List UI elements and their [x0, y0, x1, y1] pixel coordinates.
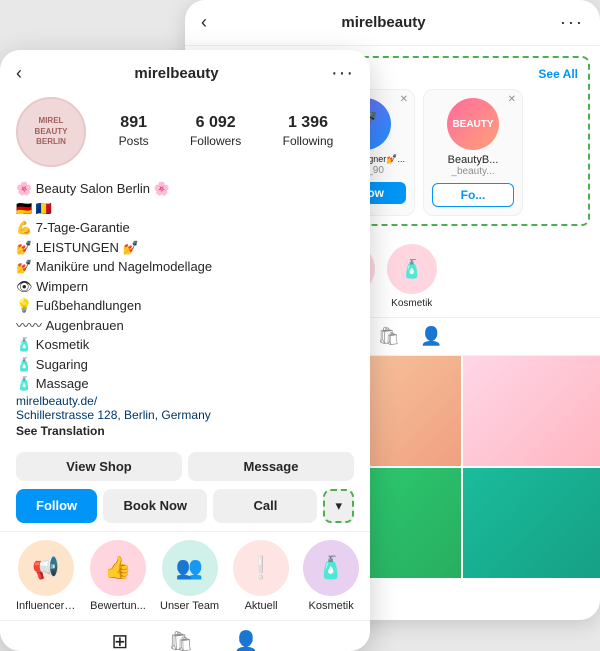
- bio-line-9: 🧴 Kosmetik: [16, 335, 354, 355]
- avatar-beauty: BEAUTY: [447, 98, 499, 150]
- profile-handle-beauty: _beauty...: [432, 166, 514, 177]
- close-suggestion-3[interactable]: ✕: [508, 94, 516, 105]
- highlight-icon-unser-team: 👥: [162, 540, 218, 596]
- view-shop-button[interactable]: View Shop: [16, 452, 182, 481]
- highlight-lbl-aktuell: Aktuell: [233, 600, 289, 612]
- highlight-unser-team[interactable]: 👥 Unser Team: [160, 540, 219, 612]
- following-count: 1 396: [283, 114, 334, 132]
- profile-stats-row: MIRELBEAUTYBERLIN 891 Posts 6 092 Follow…: [0, 93, 370, 175]
- profile-avatar[interactable]: MIRELBEAUTYBERLIN: [16, 97, 86, 167]
- front-username: mirelbeauty: [134, 65, 218, 82]
- back-phone-menu-icon[interactable]: ···: [560, 12, 584, 33]
- highlight-icon-bewertungen: 👍: [90, 540, 146, 596]
- profile-view-tab[interactable]: 👤: [234, 629, 259, 651]
- see-all-link[interactable]: See All: [538, 67, 578, 81]
- action-buttons-row1: View Shop Message: [0, 446, 370, 487]
- shop-view-tab[interactable]: 🛍: [168, 629, 193, 651]
- front-menu-icon[interactable]: ···: [331, 62, 354, 85]
- book-now-button[interactable]: Book Now: [103, 489, 207, 523]
- front-highlights: 📢 Influencers... 👍 Bewertun... 👥 Unser T…: [0, 531, 370, 620]
- highlight-bewertungen[interactable]: 👍 Bewertun...: [90, 540, 146, 612]
- following-stat[interactable]: 1 396 Following: [283, 114, 334, 150]
- front-tab-bar: ⊞ 🛍 👤: [0, 620, 370, 651]
- highlight-circle-4: 🧴: [387, 244, 437, 294]
- bio-line-5: 💅 Maniküre und Nagelmodellage: [16, 257, 354, 277]
- following-label: Following: [283, 134, 334, 148]
- bio-line-10: 🧴 Sugaring: [16, 355, 354, 375]
- stats-row: 891 Posts 6 092 Followers 1 396 Followin…: [98, 114, 354, 150]
- front-header: ‹ mirelbeauty ···: [0, 50, 370, 93]
- action-buttons-row2: Follow Book Now Call ▾: [0, 487, 370, 531]
- back-phone-username: mirelbeauty: [341, 14, 425, 31]
- grid-view-tab[interactable]: ⊞: [111, 629, 128, 651]
- dropdown-button[interactable]: ▾: [323, 489, 354, 523]
- back-phone-header: ‹ mirelbeauty ···: [185, 0, 600, 46]
- posts-count: 891: [119, 114, 149, 132]
- close-suggestion-2[interactable]: ✕: [400, 94, 408, 105]
- bio-line-6: 👁 Wimpern: [16, 277, 354, 297]
- highlight-lbl-influencers: Influencers...: [16, 600, 76, 612]
- message-button[interactable]: Message: [188, 452, 354, 481]
- avatar-text: MIRELBEAUTYBERLIN: [35, 116, 68, 147]
- profile-tab-icon[interactable]: 👤: [420, 326, 442, 347]
- highlight-kosmetik[interactable]: 🧴 Kosmetik: [303, 540, 359, 612]
- followers-stat[interactable]: 6 092 Followers: [190, 114, 241, 150]
- highlight-item-4[interactable]: 🧴 Kosmetik: [387, 244, 437, 309]
- highlight-icon-kosmetik: 🧴: [303, 540, 359, 596]
- profile-name-beauty: BeautyB...: [432, 154, 514, 166]
- call-button[interactable]: Call: [213, 489, 317, 523]
- grid-cell-6[interactable]: [463, 468, 600, 578]
- bio-line-4: 💅 LEISTUNGEN 💅: [16, 238, 354, 258]
- bio-line-8: 〰〰 Augenbrauen: [16, 316, 354, 336]
- highlight-lbl-bewertungen: Bewertun...: [90, 600, 146, 612]
- bio-line-11: 🧴 Massage: [16, 374, 354, 394]
- follow-button[interactable]: Follow: [16, 489, 97, 523]
- highlight-lbl-kosmetik: Kosmetik: [303, 600, 359, 612]
- back-icon[interactable]: ‹: [201, 12, 207, 33]
- grid-cell-3[interactable]: [463, 356, 600, 466]
- see-translation[interactable]: See Translation: [16, 424, 354, 438]
- shop-tab-icon[interactable]: 🛍: [377, 326, 400, 347]
- bio-link[interactable]: mirelbeauty.de/: [16, 394, 354, 408]
- bio-line-2: 🇩🇪 🇷🇴: [16, 199, 354, 219]
- bio-address: Schillerstrasse 128, Berlin, Germany: [16, 408, 354, 422]
- highlight-label-4: Kosmetik: [387, 298, 437, 309]
- highlight-lbl-unser-team: Unser Team: [160, 600, 219, 612]
- posts-label: Posts: [119, 134, 149, 148]
- highlight-aktuell[interactable]: ❕ Aktuell: [233, 540, 289, 612]
- front-phone: ‹ mirelbeauty ··· MIRELBEAUTYBERLIN 891 …: [0, 50, 370, 651]
- bio-line-3: 💪 7-Tage-Garantie: [16, 218, 354, 238]
- bio-line-1: 🌸 Beauty Salon Berlin 🌸: [16, 179, 354, 199]
- posts-stat: 891 Posts: [119, 114, 149, 150]
- suggested-profile-3: ✕ BEAUTY BeautyB... _beauty... Fo...: [423, 89, 523, 216]
- bio-section: 🌸 Beauty Salon Berlin 🌸 🇩🇪 🇷🇴 💪 7-Tage-G…: [0, 175, 370, 446]
- bio-line-7: 💡 Fußbehandlungen: [16, 296, 354, 316]
- followers-count: 6 092: [190, 114, 241, 132]
- followers-label: Followers: [190, 134, 241, 148]
- front-back-icon[interactable]: ‹: [16, 63, 22, 84]
- highlight-influencers[interactable]: 📢 Influencers...: [16, 540, 76, 612]
- highlight-icon-aktuell: ❕: [233, 540, 289, 596]
- follow-button-beauty[interactable]: Fo...: [432, 183, 514, 207]
- highlight-icon-influencers: 📢: [18, 540, 74, 596]
